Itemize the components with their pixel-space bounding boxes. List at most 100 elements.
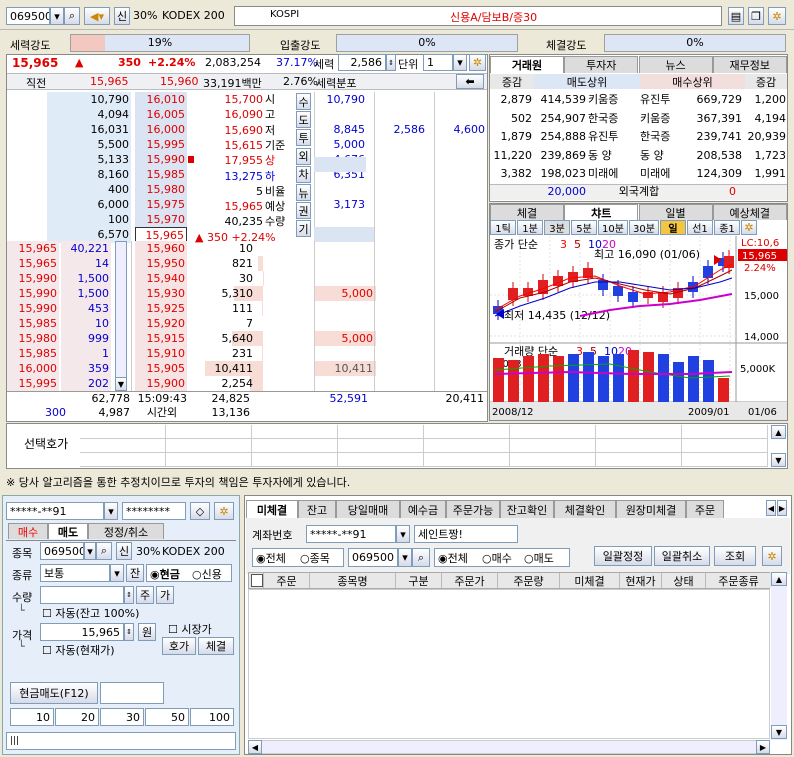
arrow-left-icon[interactable]: ⬅ xyxy=(456,74,484,89)
force-input[interactable]: 2,586 xyxy=(338,54,386,71)
percent-button-20[interactable]: 20 xyxy=(55,708,99,726)
side-button-1[interactable]: 도 xyxy=(296,111,311,129)
ask-price[interactable]: 15,970 xyxy=(135,212,187,228)
bid-price[interactable]: 15,915 xyxy=(135,331,187,347)
ask-price[interactable]: 16,005 xyxy=(135,107,187,123)
stock-code-input[interactable]: 069500 xyxy=(6,7,50,25)
period-tab-6[interactable]: 일 xyxy=(660,220,686,235)
broker-tab-2[interactable]: 뉴스 xyxy=(638,56,713,73)
side-sell-radio[interactable]: ○매도 xyxy=(524,550,554,566)
pending-hscroll[interactable] xyxy=(248,740,770,754)
percent-button-10[interactable]: 10 xyxy=(10,708,54,726)
account-input[interactable]: *****-**91 xyxy=(6,502,104,520)
col-header-7[interactable]: 상태 xyxy=(661,573,705,588)
period-tab-3[interactable]: 5분 xyxy=(571,220,597,235)
bid-price[interactable]: 15,940 xyxy=(135,271,187,287)
percent-button-30[interactable]: 30 xyxy=(100,708,144,726)
percent-button-50[interactable]: 50 xyxy=(145,708,189,726)
pending-account-dropdown[interactable]: ▾ xyxy=(396,525,410,543)
side-button-5[interactable]: 뉴 xyxy=(296,184,311,201)
pending-tab-3[interactable]: 예수금 xyxy=(400,500,446,518)
side-buy-radio[interactable]: ○매수 xyxy=(482,550,512,566)
price-input[interactable]: 15,965 xyxy=(40,623,124,641)
hoga-scroll-up[interactable]: ▲ xyxy=(771,425,786,439)
chart-tab-2[interactable]: 일별 xyxy=(638,204,713,220)
broker-tab-1[interactable]: 투자자 xyxy=(564,56,639,73)
filter-stock-radio[interactable]: ○종목 xyxy=(300,550,330,566)
auto-price-checkbox[interactable]: ☐ 자동(현재가) xyxy=(42,642,115,658)
bid-price[interactable]: 15,920 xyxy=(135,316,187,332)
qty-unit-button[interactable]: 주 xyxy=(136,586,154,604)
tick-scrollbar[interactable] xyxy=(115,241,127,391)
period-tab-1[interactable]: 1분 xyxy=(517,220,543,235)
ask-price[interactable]: 16,010 xyxy=(135,92,187,108)
period-tab-8[interactable]: 종1 xyxy=(714,220,740,235)
pending-tab-7[interactable]: 원장미체결 xyxy=(616,500,686,518)
pending-code-dropdown[interactable]: ▾ xyxy=(398,548,412,567)
cash-sell-submit-button[interactable]: 현금매도(F12) xyxy=(10,682,98,704)
ask-price[interactable]: 16,000 xyxy=(135,122,187,138)
pending-gear-icon[interactable]: ✲ xyxy=(762,546,782,566)
search-icon[interactable]: ⌕ xyxy=(64,7,80,25)
batch-modify-button[interactable]: 일괄정정 xyxy=(594,546,652,566)
pending-tab-5[interactable]: 잔고확인 xyxy=(500,500,554,518)
qty-available-button[interactable]: 가 xyxy=(156,586,174,604)
tab-sell[interactable]: 매도 xyxy=(48,523,88,539)
order-type-select[interactable]: 보통 xyxy=(40,564,110,582)
chegyul-button[interactable]: 체결 xyxy=(198,637,234,655)
chart-gear-icon[interactable]: ✲ xyxy=(741,220,757,235)
qty-input[interactable] xyxy=(40,586,124,604)
bid-price[interactable]: 15,900 xyxy=(135,376,187,392)
batch-cancel-button[interactable]: 일괄취소 xyxy=(654,546,710,566)
tab-buy[interactable]: 매수 xyxy=(8,523,48,539)
period-tab-4[interactable]: 10분 xyxy=(598,220,628,235)
pending-tab-6[interactable]: 체결확인 xyxy=(554,500,616,518)
settings-icon[interactable]: ✲ xyxy=(469,54,486,71)
broker-sell-name[interactable]: 유진투 xyxy=(588,129,636,145)
tick-scroll-down[interactable]: ▼ xyxy=(115,377,127,391)
select-all-checkbox[interactable] xyxy=(251,574,263,587)
pending-scroll-right[interactable]: ▶ xyxy=(756,740,770,754)
bid-price[interactable]: 15,925 xyxy=(135,301,187,317)
pending-scroll-up[interactable]: ▲ xyxy=(771,572,787,586)
unit-select[interactable]: 1 xyxy=(423,54,453,71)
period-tab-0[interactable]: 1틱 xyxy=(490,220,516,235)
market-price-checkbox[interactable]: ☐ 시장가 xyxy=(168,621,212,637)
side-button-7[interactable]: 기 xyxy=(296,220,311,238)
pending-vscroll[interactable] xyxy=(771,572,787,740)
pending-tab-0[interactable]: 미체결 xyxy=(246,500,298,518)
balance-button[interactable]: 잔 xyxy=(126,564,144,582)
unit-dropdown-icon[interactable]: ▾ xyxy=(453,54,467,71)
side-all-radio[interactable]: ◉전체 xyxy=(438,550,468,566)
filter-all-radio[interactable]: ◉전체 xyxy=(256,550,286,566)
hoga-button[interactable]: 호가 xyxy=(162,637,196,655)
hoga-scroll-down[interactable]: ▼ xyxy=(771,453,786,467)
broker-sell-name[interactable]: 한국증 xyxy=(588,111,636,127)
gear-icon[interactable]: ✲ xyxy=(768,7,786,25)
qty-spinner[interactable]: ⇕ xyxy=(124,586,134,604)
pending-code-input[interactable]: 069500 xyxy=(348,548,398,567)
price-spinner[interactable]: ⇕ xyxy=(124,623,134,641)
period-tab-7[interactable]: 선1 xyxy=(687,220,713,235)
col-header-8[interactable]: 주문종류 xyxy=(705,573,771,588)
broker-buy-name[interactable]: 유진투 xyxy=(640,92,688,108)
password-input[interactable]: ******** xyxy=(122,502,186,520)
period-tab-2[interactable]: 3분 xyxy=(544,220,570,235)
broker-buy-name[interactable]: 키움증 xyxy=(640,111,688,127)
side-button-2[interactable]: 투 xyxy=(296,129,311,147)
broker-sell-name[interactable]: 동 양 xyxy=(588,148,636,164)
pending-account-input[interactable]: *****-**91 xyxy=(306,525,396,543)
tab-scroll-left[interactable]: ◀ xyxy=(766,500,776,516)
copy-icon[interactable]: ❐ xyxy=(748,7,764,25)
cash-radio[interactable]: ◉현금 xyxy=(150,566,180,582)
bid-price[interactable]: 15,910 xyxy=(135,346,187,362)
ask-price[interactable]: 15,995 xyxy=(135,137,187,153)
query-button[interactable]: 조회 xyxy=(714,546,756,566)
ask-price[interactable]: 15,980 xyxy=(135,182,187,198)
percent-button-100[interactable]: 100 xyxy=(190,708,234,726)
order-code-dropdown[interactable]: ▾ xyxy=(84,542,96,560)
account-dropdown-icon[interactable]: ▾ xyxy=(104,502,118,520)
broker-sell-name[interactable]: 키움증 xyxy=(588,92,636,108)
chart-tab-0[interactable]: 체결 xyxy=(490,204,564,220)
broker-buy-name[interactable]: 한국증 xyxy=(640,129,688,145)
